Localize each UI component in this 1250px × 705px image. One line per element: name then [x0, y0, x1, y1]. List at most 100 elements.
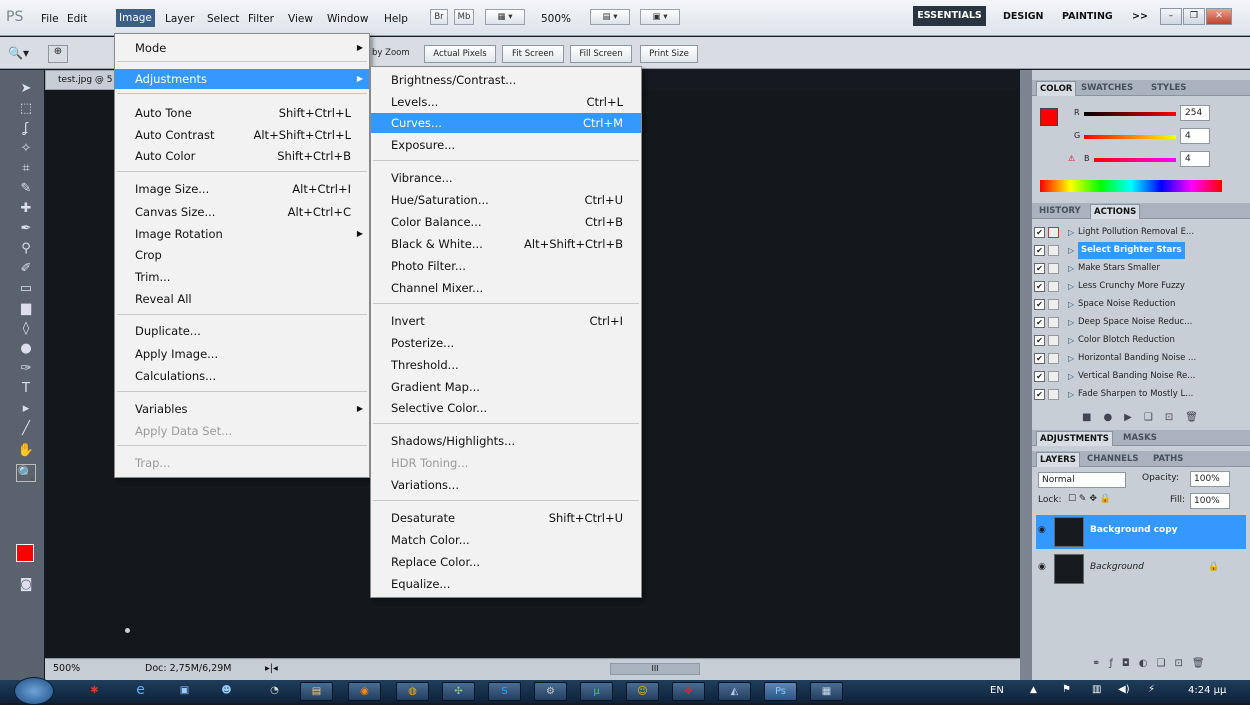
clock[interactable]: 4:24 μμ	[1188, 685, 1226, 696]
pin-icon[interactable]: ✱	[78, 682, 111, 701]
firefox-icon[interactable]: ◉	[348, 682, 381, 701]
action-item[interactable]: ✔ ▷ Make Stars Smaller	[1034, 260, 1234, 277]
zoom-level[interactable]: 500%	[538, 11, 574, 27]
menu-file[interactable]: File	[38, 11, 62, 27]
tray-arrow-icon[interactable]: ▲	[1030, 685, 1037, 695]
modal-toggle-icon[interactable]	[1048, 263, 1059, 274]
tab-history[interactable]: HISTORY	[1036, 204, 1084, 218]
layers-toolbar[interactable]: ⚭ƒ◘◐❑⊡🗑	[1092, 658, 1214, 669]
gamut-warning-icon[interactable]: ⚠	[1068, 154, 1075, 163]
expand-icon[interactable]: ▷	[1068, 368, 1074, 385]
menu-layer[interactable]: Layer	[162, 11, 197, 27]
action-item[interactable]: ✔ ▷ Less Crunchy More Fuzzy	[1034, 278, 1234, 295]
zoom-tool-icon[interactable]: 🔍▾	[8, 46, 29, 60]
messenger-icon[interactable]: ☻	[210, 682, 243, 701]
vertical-scrollbar[interactable]	[1020, 70, 1032, 680]
internet-explorer-icon[interactable]: e	[124, 682, 157, 701]
expand-icon[interactable]: ▷	[1068, 278, 1074, 295]
utorrent-icon[interactable]: µ	[580, 682, 613, 701]
checkbox-icon[interactable]: ✔	[1034, 299, 1045, 310]
menu-item-channel-mixer[interactable]: Channel Mixer...	[371, 278, 641, 298]
window-icon[interactable]: ▦	[810, 682, 843, 701]
expand-icon[interactable]: ▷	[1068, 386, 1074, 403]
viewer-icon[interactable]: ◭	[718, 682, 751, 701]
menu-help[interactable]: Help	[381, 11, 411, 27]
menu-item-desaturate[interactable]: Desaturate Shift+Ctrl+U	[371, 508, 641, 528]
checkbox-icon[interactable]: ✔	[1034, 281, 1045, 292]
actual-pixels-button[interactable]: Actual Pixels	[424, 45, 496, 63]
menu-item-crop[interactable]: Crop	[115, 245, 369, 265]
menu-item-duplicate[interactable]: Duplicate...	[115, 321, 369, 341]
status-arrow-icon[interactable]: ▸|◂	[265, 663, 278, 674]
menu-item-variables[interactable]: Variables ▶	[115, 399, 369, 419]
media-icon[interactable]: ▣	[168, 682, 201, 701]
layer-row-background-copy[interactable]: ◉ Background copy	[1036, 515, 1246, 549]
explorer-icon[interactable]: ▤	[300, 682, 333, 701]
horizontal-scrollbar[interactable]: III	[610, 663, 700, 675]
lasso-tool-icon[interactable]: ʆ	[16, 120, 36, 138]
menu-item-trim[interactable]: Trim...	[115, 267, 369, 287]
modal-toggle-icon[interactable]	[1048, 389, 1059, 400]
marquee-tool-icon[interactable]: ⬚	[16, 100, 36, 118]
layer-row-background[interactable]: ◉ Background 🔒	[1036, 552, 1246, 586]
tab-actions[interactable]: ACTIONS	[1090, 204, 1141, 219]
modal-toggle-icon[interactable]	[1048, 371, 1059, 382]
fit-screen-button[interactable]: Fit Screen	[502, 45, 564, 63]
menu-item-equalize[interactable]: Equalize...	[371, 574, 641, 594]
action-item[interactable]: ✔ ▷ Deep Space Noise Reduc...	[1034, 314, 1234, 331]
checkbox-icon[interactable]: ✔	[1034, 245, 1045, 256]
action-item[interactable]: ✔ ▷ Light Pollution Removal E...	[1034, 224, 1234, 241]
menu-item-mode[interactable]: Mode ▶	[115, 38, 369, 58]
action-item-selected[interactable]: ✔ ▷ Select Brighter Stars	[1034, 242, 1234, 259]
healing-brush-icon[interactable]: ✚	[16, 200, 36, 218]
menu-item-brightness-contrast[interactable]: Brightness/Contrast...	[371, 70, 641, 90]
chat-icon[interactable]: ☺	[626, 682, 659, 701]
zoom-tool-icon[interactable]: 🔍	[16, 464, 36, 482]
dodge-tool-icon[interactable]: ●	[16, 340, 36, 358]
stamp-tool-icon[interactable]: ⚲	[16, 240, 36, 258]
move-tool-icon[interactable]: ➤	[16, 80, 36, 98]
language-indicator[interactable]: EN	[990, 685, 1004, 696]
menu-window[interactable]: Window	[324, 11, 371, 27]
zoom-in-icon[interactable]: ⊕	[48, 45, 68, 63]
expand-icon[interactable]: ▷	[1068, 296, 1074, 313]
visibility-eye-icon[interactable]: ◉	[1038, 525, 1050, 537]
tab-styles[interactable]: STYLES	[1148, 81, 1189, 95]
bridge-button[interactable]: Br	[430, 9, 448, 25]
tab-swatches[interactable]: SWATCHES	[1078, 81, 1136, 95]
magic-wand-icon[interactable]: ✧	[16, 140, 36, 158]
eraser-tool-icon[interactable]: ▭	[16, 280, 36, 298]
skype-icon[interactable]: S	[488, 682, 521, 701]
screen-mode-icon[interactable]: ▣ ▾	[640, 9, 680, 25]
menu-item-vibrance[interactable]: Vibrance...	[371, 168, 641, 188]
print-size-button[interactable]: Print Size	[640, 45, 698, 63]
workspace-more[interactable]: >>	[1132, 11, 1148, 22]
tab-color[interactable]: COLOR	[1036, 81, 1077, 96]
modal-toggle-icon[interactable]	[1048, 299, 1059, 310]
menu-item-curves[interactable]: Curves... Ctrl+M	[371, 113, 641, 133]
tool-icon[interactable]: ✣	[442, 682, 475, 701]
clock-app-icon[interactable]: ◔	[258, 682, 291, 701]
menu-item-photo-filter[interactable]: Photo Filter...	[371, 256, 641, 276]
menu-item-reveal-all[interactable]: Reveal All	[115, 289, 369, 309]
checkbox-icon[interactable]: ✔	[1034, 353, 1045, 364]
menu-item-color-balance[interactable]: Color Balance... Ctrl+B	[371, 212, 641, 232]
g-slider[interactable]	[1084, 135, 1176, 139]
brush-tool-icon[interactable]: ✒	[16, 220, 36, 238]
power-icon[interactable]: ⚡	[1148, 684, 1155, 695]
menu-item-apply-image[interactable]: Apply Image...	[115, 344, 369, 364]
maximize-icon[interactable]: ❐	[1183, 8, 1205, 25]
close-icon[interactable]: ✕	[1206, 8, 1232, 25]
acrobat-icon[interactable]: ✜	[672, 682, 705, 701]
menu-item-variations[interactable]: Variations...	[371, 475, 641, 495]
path-selection-icon[interactable]: ▸	[16, 400, 36, 418]
menu-item-match-color[interactable]: Match Color...	[371, 530, 641, 550]
workspace-design[interactable]: DESIGN	[1003, 11, 1044, 22]
menu-item-levels[interactable]: Levels... Ctrl+L	[371, 92, 641, 112]
blend-mode-select[interactable]: Normal	[1038, 472, 1126, 488]
menu-item-image-rotation[interactable]: Image Rotation ▶	[115, 224, 369, 244]
action-item[interactable]: ✔ ▷ Color Blotch Reduction	[1034, 332, 1234, 349]
expand-icon[interactable]: ▷	[1068, 314, 1074, 331]
menu-item-replace-color[interactable]: Replace Color...	[371, 552, 641, 572]
expand-icon[interactable]: ▷	[1068, 242, 1074, 259]
